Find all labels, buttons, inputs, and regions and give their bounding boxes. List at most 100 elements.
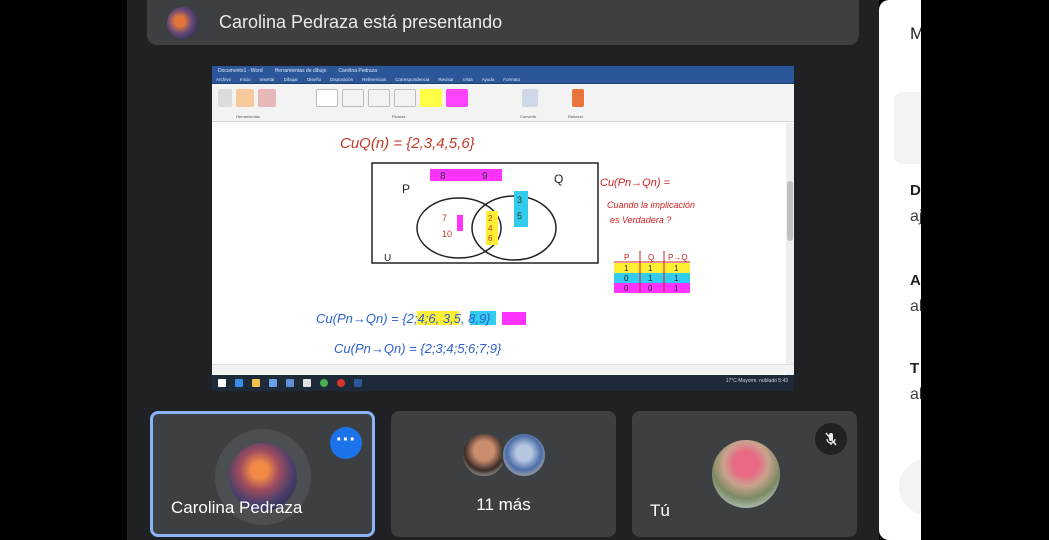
ribbon-tab: Referencias — [362, 77, 387, 82]
red-text-2: es Verdadera ? — [610, 215, 671, 225]
letterbox-right — [921, 0, 1049, 540]
highlighter-yellow-icon — [420, 89, 442, 107]
replay-icon — [572, 89, 584, 107]
ribbon-tab: Vista — [462, 77, 473, 82]
red-text-1: Cuando la implicación — [607, 200, 695, 210]
lasso-icon — [258, 89, 276, 107]
word-ribbon-tabs: Archivo Inicio Insertar Dibujar Diseño D… — [212, 76, 794, 84]
truth-cell: 0 — [624, 284, 629, 293]
pen-swatch-icon — [316, 89, 338, 107]
ribbon-tab: Insertar — [259, 77, 275, 82]
truth-cell: 1 — [648, 264, 653, 273]
panel-item-title: A — [910, 272, 921, 289]
ribbon-group-label: Plumas — [392, 114, 406, 119]
taskbar-status: 17°C Mayorm. nublado 5:43 — [725, 378, 788, 384]
windows-start-icon — [218, 379, 226, 387]
ribbon-tab: Disposición — [330, 77, 354, 82]
panel-item-sub: aj — [910, 208, 921, 225]
venn-right-value: 3 — [517, 195, 522, 205]
venn-left-value: 10 — [442, 229, 452, 239]
opera-icon — [337, 379, 345, 387]
ribbon-tab: Diseño — [307, 77, 322, 82]
truth-cell: 1 — [648, 274, 653, 283]
truth-cell: 1 — [674, 274, 679, 283]
titlebar-item: Herramientas de dibujo — [274, 68, 327, 74]
handwritten-notes: CuQ(n) = {2,3,4,5,6} U P Q 8 9 7 10 2 4 — [316, 135, 695, 356]
ribbon-tab: Formato — [503, 77, 521, 82]
universe-label: U — [384, 253, 391, 264]
red-title: Cu(Pn→Qn) = — [600, 177, 671, 189]
venn-mid-value: 4 — [488, 224, 493, 233]
ribbon-tab: Archivo — [216, 77, 232, 82]
ribbon-group-label: Convertir — [520, 114, 537, 119]
side-panel: M D aj A al T al — [879, 0, 921, 540]
top-box-value: 8 — [440, 171, 446, 182]
pen-swatch-icon — [368, 89, 390, 107]
scroll-thumb[interactable] — [787, 181, 793, 241]
word-icon — [354, 379, 362, 387]
truth-cell: 0 — [648, 284, 653, 293]
panel-item-title: D — [910, 182, 921, 199]
highlight-pink-line — [502, 312, 526, 325]
set-p-label: P — [402, 182, 410, 196]
panel-item-title: T — [910, 360, 920, 377]
tile-presenter[interactable]: ··· Carolina Pedraza — [150, 411, 375, 537]
eraser-icon — [236, 89, 254, 107]
folder-icon — [252, 379, 260, 387]
letterbox-left — [0, 0, 127, 540]
presenting-banner: Carolina Pedraza está presentando — [147, 0, 859, 45]
panel-box[interactable] — [894, 92, 921, 164]
edge-icon — [235, 379, 243, 387]
ribbon-tab: Inicio — [240, 77, 251, 82]
titlebar-item: Documento1 - Word — [218, 68, 263, 74]
pen-swatch-icon — [342, 89, 364, 107]
ribbon-tab: Ayuda — [481, 77, 495, 82]
panel-title: M — [910, 24, 921, 43]
highlighter-pink-icon — [446, 89, 468, 107]
mic-muted-icon[interactable] — [815, 423, 847, 455]
document-canvas: CuQ(n) = {2,3,4,5,6} U P Q 8 9 7 10 2 4 — [212, 123, 794, 375]
truth-cell: 0 — [624, 274, 629, 283]
windows-taskbar: 17°C Mayorm. nublado 5:43 — [212, 375, 794, 391]
word-titlebar: Documento1 - Word Herramientas de dibujo… — [212, 66, 794, 76]
mail-icon — [286, 379, 294, 387]
truth-header: P — [624, 253, 629, 262]
self-avatar — [712, 440, 780, 508]
presenter-name: Carolina Pedraza — [171, 498, 303, 517]
participant-avatar — [501, 432, 547, 478]
tile-self[interactable]: Tú — [632, 411, 857, 537]
meeting-stage: Carolina Pedraza está presentando Docume… — [127, 0, 879, 540]
highlight-pink-left — [457, 215, 463, 231]
truth-cell: 1 — [674, 264, 679, 273]
truth-cell: 1 — [624, 264, 629, 273]
self-name: Tú — [650, 501, 670, 520]
truth-header: Q — [648, 253, 654, 262]
store-icon — [269, 379, 277, 387]
ribbon-group-label: Rehacer — [568, 114, 584, 119]
presenting-text: Carolina Pedraza está presentando — [219, 12, 503, 32]
pen-swatch-icon — [394, 89, 416, 107]
ribbon-tab: Correspondencia — [395, 77, 430, 82]
more-participants-label: 11 más — [476, 495, 531, 514]
panel-action-button[interactable] — [899, 459, 921, 515]
venn-mid-value: 6 — [488, 234, 493, 243]
venn-left-value: 7 — [442, 213, 447, 223]
ribbon-group-label: Herramientas — [236, 114, 261, 119]
panel-item-sub: al — [910, 386, 921, 403]
ribbon-tab: Dibujar — [283, 77, 299, 82]
more-options-button[interactable]: ··· — [330, 427, 362, 459]
shared-screen[interactable]: Documento1 - Word Herramientas de dibujo… — [212, 66, 794, 391]
convert-icon — [522, 89, 538, 107]
word-ribbon: Herramientas Plumas Convertir Rehacer — [212, 84, 794, 122]
top-box-value: 9 — [482, 171, 488, 182]
venn-mid-value: 2 — [488, 214, 493, 223]
titlebar-item: Carolina Pedraza — [338, 68, 377, 74]
truth-cell: 1 — [674, 284, 679, 293]
blue-line-1: Cu(Pn→Qn) = {2;4;6, 3,5, 8,9} — [316, 311, 491, 326]
vertical-scrollbar[interactable] — [786, 123, 794, 375]
panel-item-sub: al — [910, 298, 921, 315]
truth-table: P Q P→Q 1 1 1 0 1 1 0 0 1 — [614, 251, 690, 293]
tile-others[interactable]: 11 más — [391, 411, 616, 537]
presenter-avatar-icon — [167, 6, 199, 39]
set-q-label: Q — [554, 172, 563, 186]
